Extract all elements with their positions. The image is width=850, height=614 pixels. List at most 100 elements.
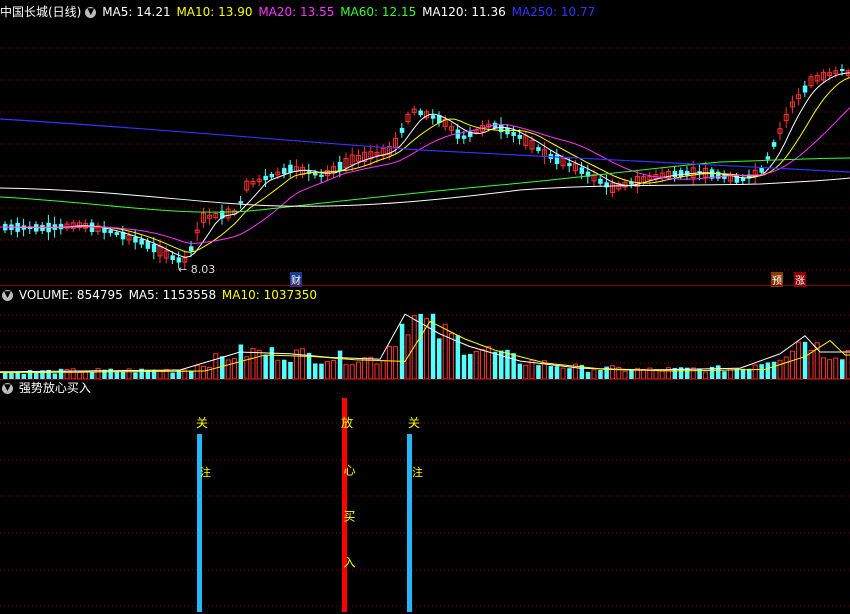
low-price-marker: ← 8.03 [178, 263, 216, 276]
volume-bar [288, 361, 293, 379]
volume-bar [437, 338, 442, 379]
volume-bar [319, 363, 324, 379]
candle-body [598, 178, 603, 184]
candle-body [108, 230, 113, 234]
candle-body [170, 255, 175, 260]
stock-title: 中国长城(日线) [0, 5, 82, 19]
collapse-icon[interactable]: ▼ [85, 7, 97, 18]
volume-bar [300, 348, 306, 379]
signal-2-sub: 心买入 [342, 464, 356, 602]
volume-bar [554, 366, 560, 379]
volume-bar [789, 350, 795, 379]
candle-body [133, 236, 138, 243]
volume-bar [479, 348, 485, 379]
signal-title: 强势放心买入 [18, 381, 91, 395]
volume-ma10-label: MA10: 1037350 [221, 288, 318, 302]
signal-chart[interactable] [0, 398, 850, 612]
candle-body [288, 164, 293, 173]
volume-bar [808, 349, 814, 379]
candle-body [511, 132, 516, 136]
volume-bar [324, 361, 330, 379]
signal-bar-1 [197, 434, 202, 612]
ma60-label: MA60: 12.15 [340, 5, 417, 19]
collapse-icon[interactable]: ▼ [2, 290, 13, 301]
volume-bar [536, 365, 541, 379]
candlestick-chart[interactable] [0, 20, 850, 285]
candle-body [716, 171, 721, 179]
signal-header: ▼ 强势放心买入 [0, 378, 93, 398]
volume-bar [517, 363, 523, 379]
volume-bar [189, 370, 194, 379]
candle-body [740, 178, 746, 182]
volume-bar [567, 368, 572, 379]
volume-bar [269, 347, 275, 379]
candle-body [337, 161, 343, 172]
volume-bar [468, 353, 473, 379]
candle-body [145, 240, 151, 249]
volume-bar [697, 368, 702, 379]
volume-bar [511, 353, 516, 379]
volume-bar [362, 357, 368, 379]
volume-bar [796, 341, 802, 379]
volume-bar [343, 364, 349, 379]
volume-bar [610, 365, 616, 379]
volume-bar [622, 370, 628, 379]
volume-ma5-label: MA5: 1153558 [128, 288, 217, 302]
volume-bar [95, 368, 101, 379]
volume-bar [213, 353, 219, 379]
signal-1-sub: 注 [200, 466, 211, 479]
volume-bar [802, 341, 808, 379]
volume-bar [282, 359, 287, 379]
volume-bar [157, 370, 163, 379]
volume-bar [833, 357, 839, 379]
candle-body [685, 170, 690, 176]
volume-chart[interactable] [0, 303, 850, 379]
volume-bar [659, 370, 665, 379]
candle-body [461, 135, 467, 139]
candle-body [58, 223, 64, 230]
volume-bar [629, 370, 634, 379]
signal-bar-3 [407, 434, 412, 612]
volume-bar [591, 369, 597, 379]
candle-body [678, 170, 684, 178]
volume-bar [840, 359, 845, 379]
candle-body [771, 142, 777, 147]
volume-bar [263, 354, 268, 379]
volume-bar [752, 364, 758, 379]
candle-body [189, 246, 194, 252]
volume-bar [747, 368, 752, 379]
volume-bar [120, 371, 126, 379]
volume-bar [771, 361, 777, 379]
candle-body [672, 171, 678, 178]
volume-bar [163, 368, 169, 379]
volume-bar [133, 372, 138, 379]
volume-bar [523, 364, 529, 379]
candle-body [567, 163, 572, 167]
candle-body [840, 68, 845, 72]
signal-2-label: 放 [341, 416, 354, 430]
candle-body [139, 239, 144, 245]
volume-bar [349, 364, 355, 379]
volume-bar [393, 346, 399, 379]
candle-body [319, 174, 324, 177]
volume-signal-divider [0, 379, 850, 380]
volume-bar [337, 350, 343, 379]
volume-bar [256, 349, 262, 379]
ma10-label: MA10: 13.90 [176, 5, 253, 19]
candle-body [579, 167, 585, 174]
volume-bar [703, 371, 709, 379]
volume-bar [200, 365, 206, 379]
candle-body [151, 244, 157, 253]
candle-body [238, 201, 244, 204]
volume-bar [114, 371, 120, 379]
signal-3-label: 关 [408, 416, 421, 430]
volume-bar [374, 363, 380, 379]
volume-bar [560, 367, 566, 379]
candle-body [176, 257, 182, 263]
volume-bar [231, 358, 237, 379]
ma250-label: MA250: 10.77 [511, 5, 596, 19]
candle-body [282, 168, 287, 174]
candle-body [554, 154, 560, 164]
collapse-icon[interactable]: ▼ [2, 383, 13, 394]
volume-bar [820, 357, 826, 379]
